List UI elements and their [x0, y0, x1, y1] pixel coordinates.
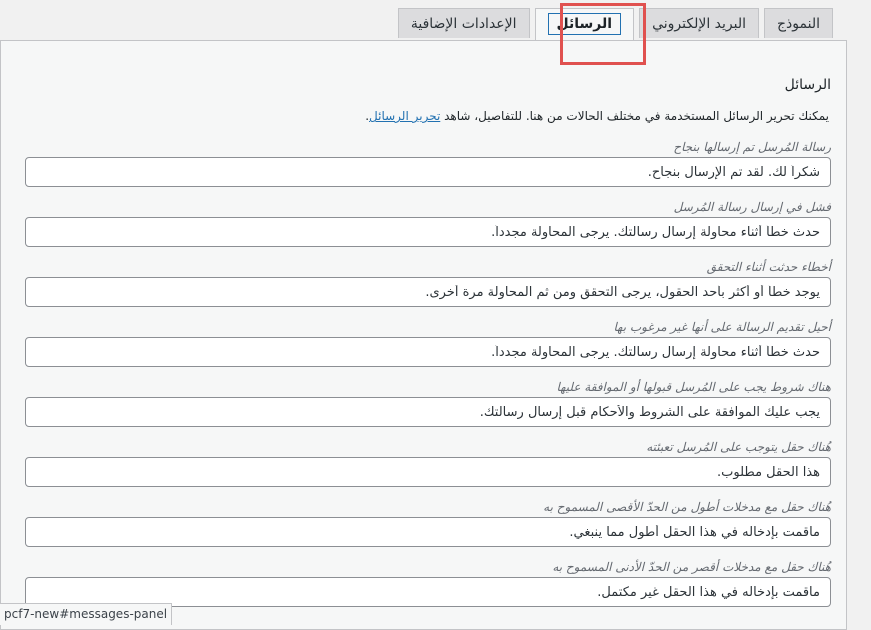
validation-error-input[interactable] [25, 277, 831, 307]
tab-messages-label: الرسائل [547, 13, 622, 35]
field-label-invalid-required: هُناك حقل يتوجب على المُرسل تعبئته [646, 440, 831, 454]
status-bar-url: pcf7-new#messages-panel [0, 603, 173, 625]
field-label-invalid-too-long: هُناك حقل مع مدخلات أطول من الحدّ الأقصى… [543, 500, 831, 514]
spam-input[interactable] [25, 337, 831, 367]
invalid-required-input[interactable] [25, 457, 831, 487]
tab-mail[interactable]: البريد الإلكتروني [639, 8, 760, 38]
accept-terms-input[interactable] [25, 397, 831, 427]
invalid-too-long-input[interactable] [25, 517, 831, 547]
field-label-mail-sent-ok: رسالة المُرسل تم إرسالها بنجاح [673, 140, 831, 154]
field-label-mail-sent-ng: فشل في إرسال رسالة المُرسل [673, 200, 831, 214]
field-label-spam: أحيل تقديم الرسالة على أنها غير مرغوب به… [613, 320, 831, 334]
field-label-accept-terms: هناك شروط يجب على المُرسل قبولها أو المو… [556, 380, 831, 394]
field-label-validation-error: أخطاء حدثت أثناء التحقق [706, 260, 831, 274]
field-label-invalid-too-short: هُناك حقل مع مدخلات أقصر من الحدّ الأدنى… [552, 560, 831, 574]
tab-messages[interactable]: الرسائل [534, 8, 635, 40]
mail-sent-ng-input[interactable] [25, 217, 831, 247]
section-description: يمكنك تحرير الرسائل المستخدمة في مختلف ا… [365, 109, 829, 123]
tab-additional-settings[interactable]: الإعدادات الإضافية [397, 8, 530, 38]
description-text: يمكنك تحرير الرسائل المستخدمة في مختلف ا… [444, 109, 829, 123]
messages-panel: الرسائل يمكنك تحرير الرسائل المستخدمة في… [0, 40, 847, 630]
section-title: الرسائل [784, 77, 831, 93]
tab-form[interactable]: النموذج [764, 8, 833, 38]
edit-messages-link[interactable]: تحرير الرسائل [369, 109, 440, 123]
tab-bar: النموذج البريد الإلكتروني الرسائل الإعدا… [397, 8, 833, 40]
mail-sent-ok-input[interactable] [25, 157, 831, 187]
